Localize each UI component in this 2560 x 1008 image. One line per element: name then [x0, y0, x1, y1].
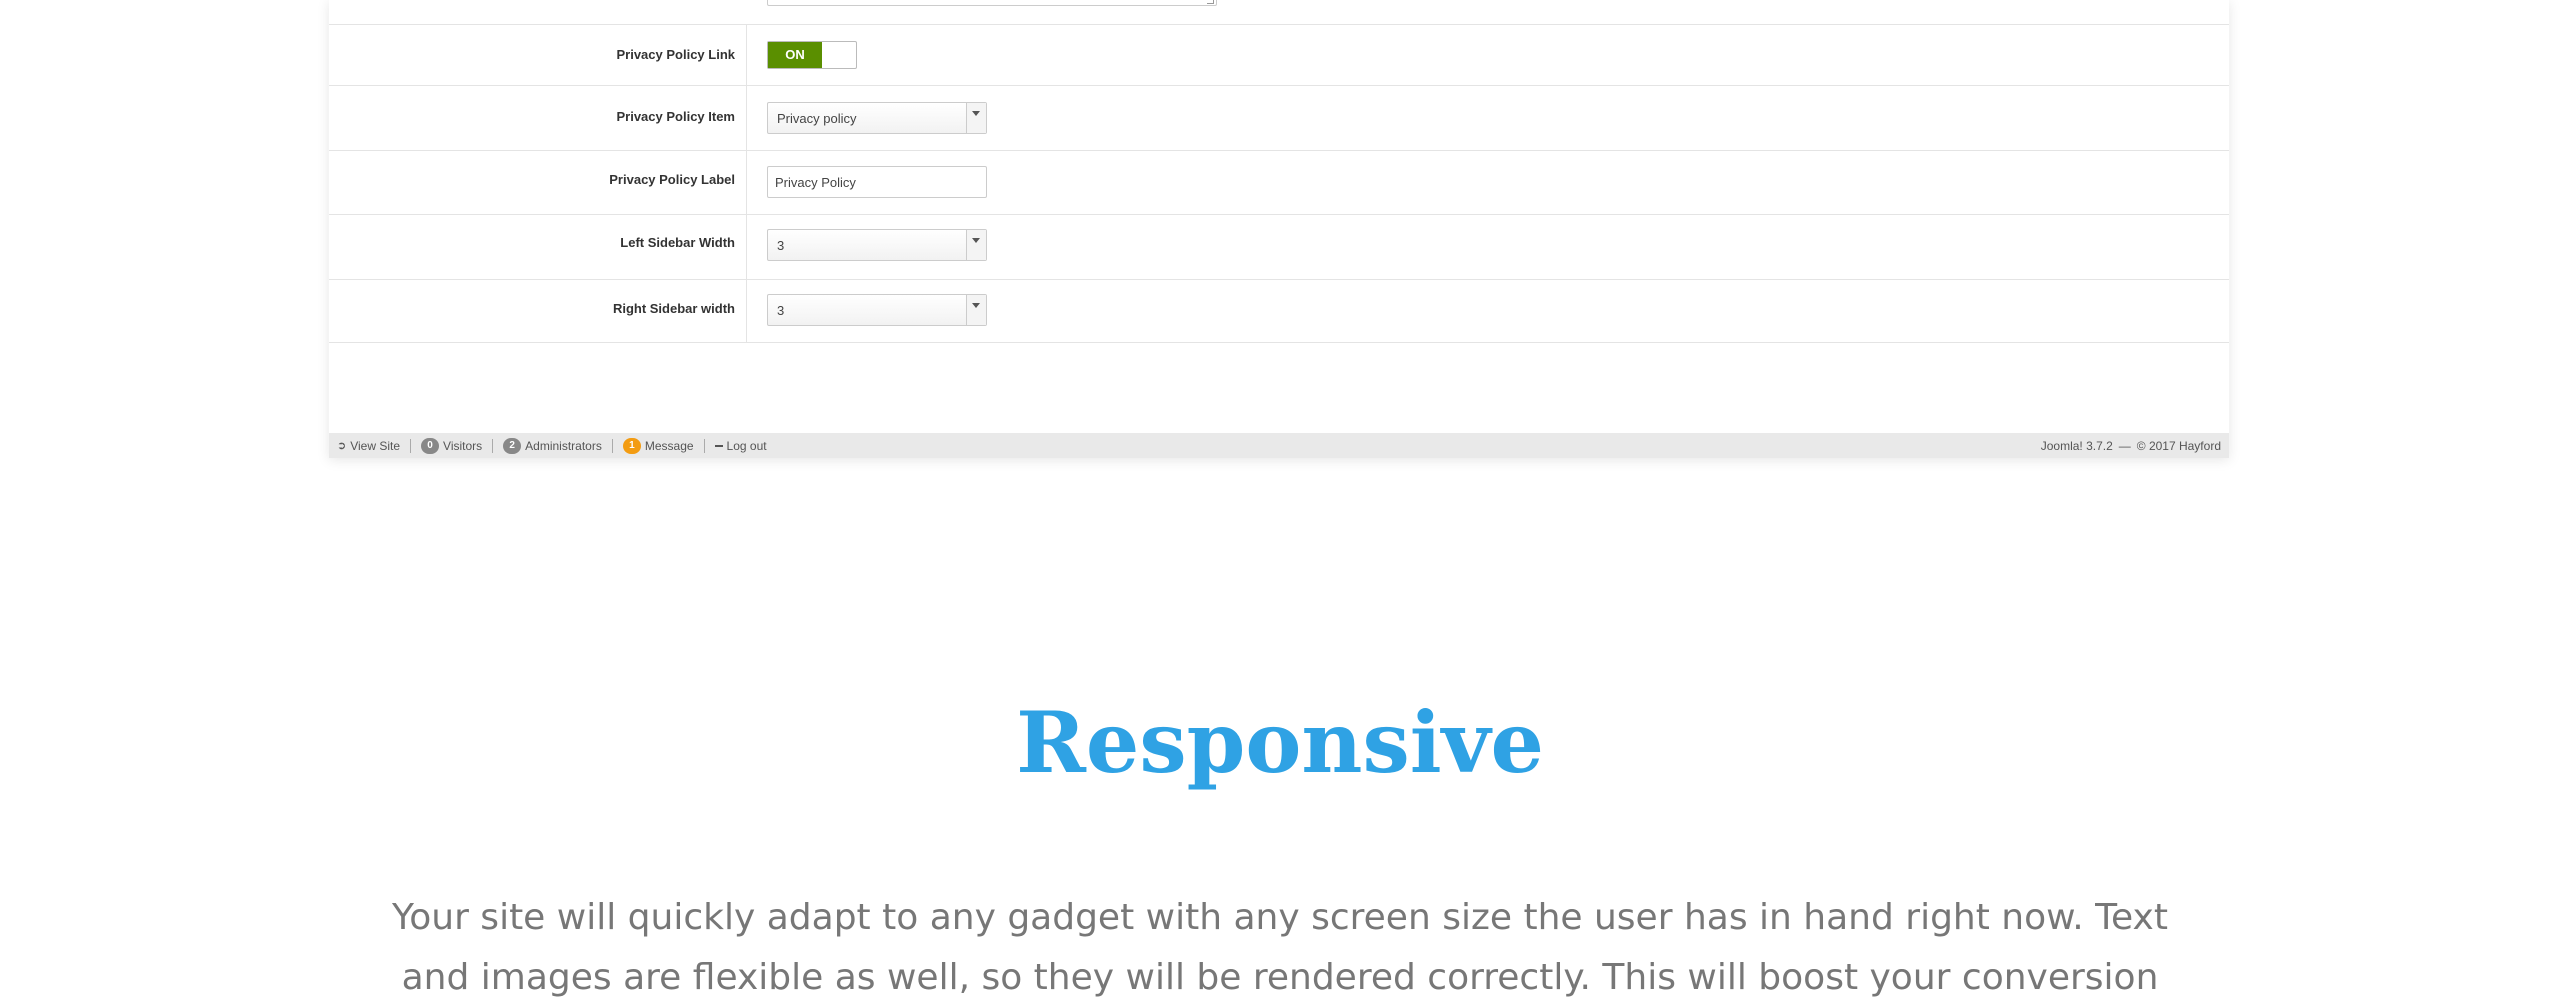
message-link[interactable]: 1 Message — [622, 437, 694, 454]
version-text: Joomla! 3.7.2 — [2040, 438, 2113, 453]
privacy-policy-item-select[interactable]: Privacy policy — [767, 102, 987, 134]
visitors-label: Visitors — [443, 438, 483, 453]
privacy-policy-label-label: Privacy Policy Label — [609, 172, 735, 187]
logout-label: Log out — [726, 438, 767, 453]
status-bar-links: ➲ View Site 0 Visitors 2 Administrators … — [337, 433, 767, 458]
form-row-left-sidebar-width: Left Sidebar Width 3 — [329, 214, 2229, 279]
divider — [410, 438, 412, 453]
admins-count-badge: 2 — [503, 437, 522, 454]
row-divider — [746, 151, 747, 214]
select-value: 3 — [777, 303, 785, 318]
form-row-privacy-policy-label: Privacy Policy Label — [329, 150, 2229, 214]
right-sidebar-width-select[interactable]: 3 — [767, 294, 987, 326]
chevron-down-icon — [972, 303, 980, 308]
form-row-privacy-policy-link: Privacy Policy Link ON — [329, 24, 2229, 85]
privacy-policy-label-input[interactable] — [767, 166, 987, 198]
divider — [703, 438, 705, 453]
admin-settings-panel: Privacy Policy Link ON Privacy Policy It… — [329, 0, 2229, 458]
minus-icon — [714, 444, 723, 447]
select-value: 3 — [777, 238, 785, 253]
visitors-count-badge: 0 — [421, 437, 440, 454]
form-row-privacy-policy-item: Privacy Policy Item Privacy policy — [329, 85, 2229, 150]
resize-handle-icon[interactable] — [1207, 0, 1214, 4]
form-row-right-sidebar-width: Right Sidebar width 3 — [329, 279, 2229, 343]
privacy-policy-item-label: Privacy Policy Item — [616, 109, 735, 124]
left-sidebar-width-label: Left Sidebar Width — [620, 235, 735, 250]
row-divider — [746, 86, 747, 150]
dropdown-button[interactable] — [966, 295, 986, 325]
view-site-link[interactable]: ➲ View Site — [337, 439, 400, 453]
visitors-link[interactable]: 0 Visitors — [421, 437, 483, 454]
divider — [611, 438, 613, 453]
message-label: Message — [644, 438, 694, 453]
dropdown-button[interactable] — [966, 230, 986, 260]
administrators-link[interactable]: 2 Administrators — [503, 437, 602, 454]
privacy-policy-link-label: Privacy Policy Link — [616, 47, 735, 62]
dropdown-button[interactable] — [966, 103, 986, 133]
message-count-badge: 1 — [622, 437, 641, 454]
row-divider — [746, 215, 747, 279]
responsive-heading: Responsive — [1016, 693, 1544, 792]
status-bar: ➲ View Site 0 Visitors 2 Administrators … — [329, 433, 2229, 458]
dash-text: — — [2118, 438, 2131, 453]
select-value: Privacy policy — [777, 111, 857, 126]
logout-link[interactable]: Log out — [714, 438, 767, 453]
left-sidebar-width-select[interactable]: 3 — [767, 229, 987, 261]
copyright-text: © 2017 Hayford — [2136, 438, 2221, 453]
divider — [492, 438, 494, 453]
status-bar-copyright: Joomla! 3.7.2 — © 2017 Hayford — [2035, 433, 2221, 458]
privacy-policy-link-toggle[interactable]: ON — [767, 41, 857, 69]
row-divider — [746, 25, 747, 85]
toggle-on-state[interactable]: ON — [768, 42, 822, 68]
administrators-label: Administrators — [525, 438, 602, 453]
chevron-down-icon — [972, 111, 980, 116]
chevron-down-icon — [972, 238, 980, 243]
row-divider — [746, 280, 747, 342]
textarea-field[interactable] — [767, 0, 1217, 6]
responsive-description: Your site will quickly adapt to any gadg… — [392, 897, 2168, 998]
right-sidebar-width-label: Right Sidebar width — [612, 301, 735, 316]
external-link-icon: ➲ — [337, 440, 347, 452]
view-site-label: View Site — [350, 438, 401, 453]
